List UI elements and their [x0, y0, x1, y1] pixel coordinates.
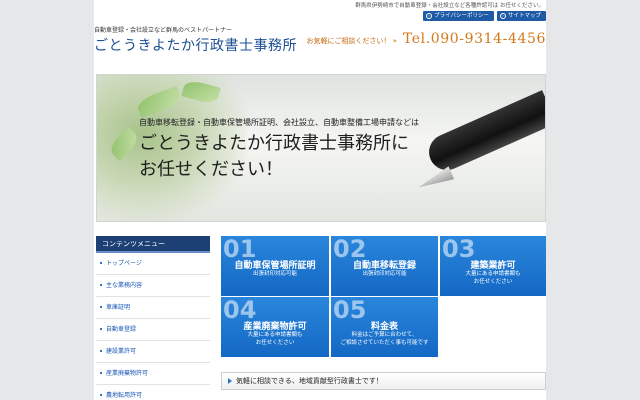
contact-lead: お気軽にご相談ください！ » — [306, 37, 397, 45]
site-header: 自動車登録・会社設立など群馬のベストパートナー ごとうきよたか行政書士事務所 ›… — [94, 9, 546, 61]
service-tiles: 01 自動車保管場所証明 出張封印対応可能 02 自動車移転登録 出張封印対応可… — [221, 236, 546, 357]
sitemap-link[interactable]: › サイトマップ — [496, 11, 546, 21]
hero-subtitle: 自動車移転登録・自動車保管場所証明、会社設立、自動車整備工場申請などは — [139, 118, 419, 127]
hero-headline-line-1: ごとうきよたか行政書士事務所に — [139, 133, 409, 154]
tile-construction-permit[interactable]: 03 建築業許可 大量にある申請書類も お任せください — [440, 236, 546, 296]
tile-vehicle-transfer[interactable]: 02 自動車移転登録 出張封印対応可能 — [331, 236, 438, 296]
site-title[interactable]: ごとうきよたか行政書士事務所 — [94, 35, 297, 55]
tile-subtitle: 出張封印対応可能 — [252, 271, 297, 277]
tile-subtitle: 料金はご予算に合わせて、 ご相談させていただく事も可能です — [340, 332, 429, 346]
tile-subtitle: 出張封印対応可能 — [362, 271, 407, 277]
fountain-pen-image — [423, 90, 545, 176]
menu-item-garage-certificate[interactable]: 車庫証明 — [96, 297, 210, 319]
hero-headline-line-2: お任せください！ — [139, 159, 283, 180]
arrow-circle-icon: › — [499, 13, 506, 19]
tile-subtitle: 大量にある申請書類も お任せください — [247, 332, 303, 346]
top-bar: 群馬県伊勢崎市で自動車登録・会社設立など各種許認可は お任せください。 — [0, 0, 640, 9]
tile-industrial-waste[interactable]: 04 産業廃棄物許可 大量にある申請書類も お任せください — [221, 297, 329, 357]
content-menu-title: コンテンツメニュー — [96, 236, 210, 253]
menu-item-services[interactable]: 主な業務内容 — [96, 275, 210, 297]
menu-item-construction-permit[interactable]: 建設業許可 — [96, 341, 210, 363]
site-tagline: 自動車登録・会社設立など群馬のベストパートナー — [94, 27, 233, 34]
tile-subtitle: 大量にある申請書類も お任せください — [465, 271, 521, 285]
header-links: › プライバシーポリシー › サイトマップ — [423, 11, 546, 21]
arrow-circle-icon: › — [426, 13, 433, 19]
top-note: 群馬県伊勢崎市で自動車登録・会社設立など各種許認可は お任せください。 — [355, 3, 544, 9]
menu-item-vehicle-registration[interactable]: 自動車登録 — [96, 319, 210, 341]
privacy-policy-label: プライバシーポリシー — [434, 13, 489, 19]
content-menu: コンテンツメニュー トップページ 主な業務内容 車庫証明 自動車登録 建設業許可… — [96, 236, 210, 400]
hero-banner: 自動車移転登録・自動車保管場所証明、会社設立、自動車整備工場申請などは ごとうき… — [96, 74, 546, 222]
menu-item-top[interactable]: トップページ — [96, 253, 210, 275]
sitemap-label: サイトマップ — [507, 13, 541, 19]
tile-price-list[interactable]: 05 料金表 料金はご予算に合わせて、 ご相談させていただく事も可能です — [331, 297, 438, 357]
phone-number[interactable]: Tel.090-9314-4456 — [403, 31, 546, 47]
privacy-policy-link[interactable]: › プライバシーポリシー — [423, 11, 494, 21]
menu-item-farmland-conversion[interactable]: 農地転用許可 — [96, 385, 210, 400]
contact-info: お気軽にご相談ください！ » Tel.090-9314-4456 — [307, 31, 546, 47]
menu-item-industrial-waste[interactable]: 産業廃棄物許可 — [96, 363, 210, 385]
hero-headline: ごとうきよたか行政書士事務所に お任せください！ — [139, 131, 409, 183]
tile-parking-certificate[interactable]: 01 自動車保管場所証明 出張封印対応可能 — [221, 236, 329, 296]
pen-nib-image — [416, 166, 455, 193]
tile-empty — [440, 297, 546, 357]
intro-banner: 気軽に相談できる、地域貢献型行政書士です！ — [221, 372, 546, 390]
